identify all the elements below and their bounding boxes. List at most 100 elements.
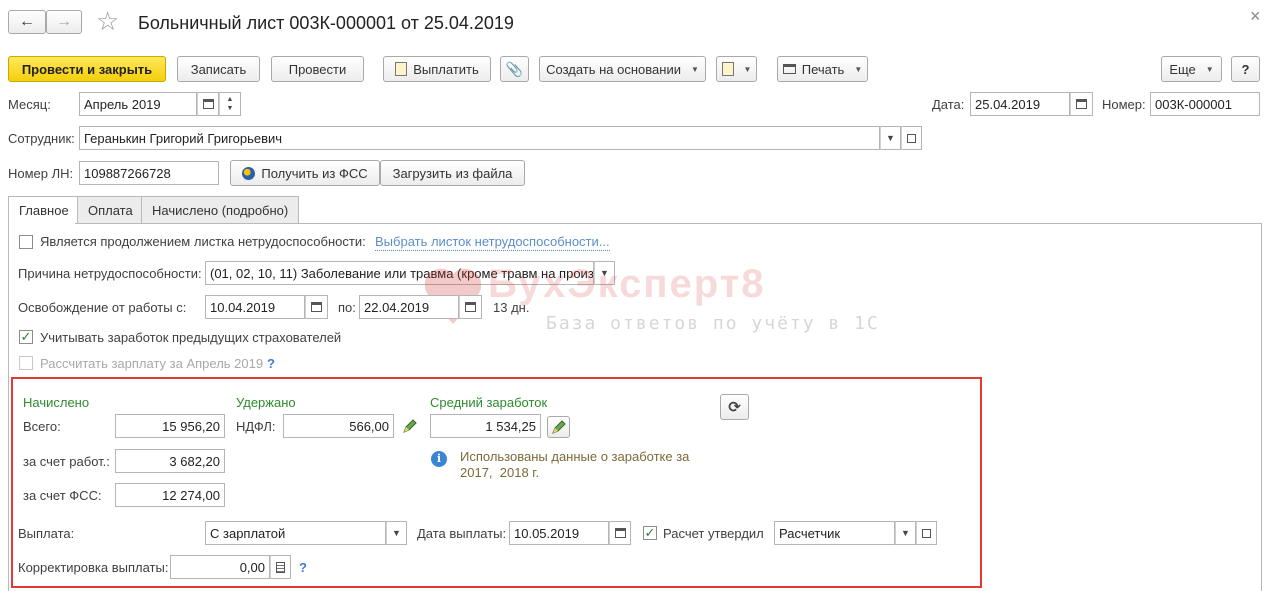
month-field[interactable]: Апрель 2019 (79, 92, 197, 116)
ndfl-field[interactable]: 566,00 (283, 414, 394, 438)
favorite-star-icon[interactable]: ☆ (96, 6, 119, 36)
month-spinner[interactable]: ▲ ▼ (219, 92, 241, 116)
get-from-fss-button[interactable]: Получить из ФСС (230, 160, 380, 186)
number-field[interactable]: 003К-000001 (1150, 92, 1260, 116)
help-label: ? (1241, 61, 1250, 77)
close-icon[interactable]: × (1250, 6, 1261, 27)
chevron-down-icon: ▼ (886, 133, 895, 143)
sick-number-field[interactable]: 109887266728 (79, 161, 219, 185)
paperclip-icon: 📎 (505, 60, 524, 77)
arrow-left-icon: ← (19, 13, 35, 30)
fss-label: за счет ФСС: (23, 488, 102, 503)
calendar-icon (311, 302, 322, 312)
spin-down-icon: ▼ (226, 105, 234, 112)
chevron-down-icon: ▼ (392, 528, 401, 538)
correction-calculator-button[interactable] (270, 555, 291, 579)
payment-dropdown-button[interactable]: ▼ (386, 521, 407, 545)
release-to-calendar-button[interactable] (459, 295, 482, 319)
get-from-fss-label: Получить из ФСС (261, 165, 368, 181)
employee-field[interactable]: Геранькин Григорий Григорьевич (79, 126, 880, 150)
prev-insurers-checkbox[interactable]: ✓ (19, 330, 33, 344)
employee-label: Сотрудник: (8, 131, 75, 146)
calc-salary-label: Рассчитать зарплату за Апрель 2019 (40, 356, 264, 371)
approver-dropdown-button[interactable]: ▼ (895, 521, 916, 545)
fss-field[interactable]: 12 274,00 (115, 483, 225, 507)
employee-open-button[interactable] (901, 126, 922, 150)
more-label: Еще (1169, 61, 1196, 77)
payment-label: Выплата: (18, 526, 75, 541)
calculator-icon (276, 561, 285, 573)
chevron-down-icon: ▼ (854, 64, 863, 74)
report-menu-button[interactable]: ▼ (716, 56, 757, 82)
post-and-close-button[interactable]: Провести и закрыть (8, 56, 166, 82)
withheld-title: Удержано (236, 395, 296, 410)
load-from-file-button[interactable]: Загрузить из файла (380, 160, 525, 186)
month-label: Месяц: (8, 97, 51, 112)
employer-field[interactable]: 3 682,20 (115, 449, 225, 473)
create-based-on-button[interactable]: Создать на основании ▼ (539, 56, 706, 82)
total-label: Всего: (23, 419, 61, 434)
pay-date-calendar-button[interactable] (609, 521, 631, 545)
date-calendar-button[interactable] (1070, 92, 1093, 116)
pay-date-field[interactable]: 10.05.2019 (509, 521, 609, 545)
window-title: Больничный лист 003К-000001 от 25.04.201… (138, 13, 514, 33)
info-text-line1: Использованы данные о заработке за (460, 449, 690, 464)
spin-up-icon: ▲ (226, 96, 234, 103)
correction-help-icon[interactable]: ? (299, 560, 307, 576)
info-icon: i (431, 451, 447, 467)
pay-document-icon (395, 62, 408, 76)
pay-button[interactable]: Выплатить (383, 56, 491, 82)
info-text-line2: 2017, 2018 г. (460, 465, 540, 480)
watermark-subtitle: База ответов по учёту в 1С (546, 313, 880, 334)
correction-field[interactable]: 0,00 (170, 555, 270, 579)
calc-salary-checkbox[interactable] (19, 356, 33, 370)
tab-accrued-detailed[interactable]: Начислено (подробно) (141, 196, 300, 223)
document-clock-icon (721, 62, 734, 76)
chevron-down-icon: ▼ (690, 64, 699, 74)
tab-payment[interactable]: Оплата (77, 196, 144, 223)
date-label: Дата: (932, 97, 965, 112)
select-sheet-link[interactable]: Выбрать листок нетрудоспособности... (375, 234, 610, 251)
arrow-right-icon: → (56, 13, 72, 30)
attach-button[interactable]: 📎 (500, 56, 529, 82)
release-from-field[interactable]: 10.04.2019 (205, 295, 305, 319)
approved-checkbox[interactable]: ✓ (643, 526, 657, 540)
ndfl-edit-pencil-icon[interactable] (402, 418, 418, 437)
ndfl-label: НДФЛ: (236, 419, 276, 434)
avg-earnings-field[interactable]: 1 534,25 (430, 414, 541, 438)
chevron-down-icon: ▼ (901, 528, 910, 538)
release-from-calendar-button[interactable] (305, 295, 328, 319)
load-from-file-label: Загрузить из файла (392, 165, 513, 181)
avg-earnings-edit-button[interactable] (547, 416, 570, 438)
print-label: Печать (801, 61, 845, 77)
forward-button[interactable]: → (46, 10, 82, 34)
tab-main[interactable]: Главное (8, 196, 80, 224)
approver-open-button[interactable] (916, 521, 937, 545)
continuation-label: Является продолжением листка нетрудоспос… (40, 234, 366, 249)
total-field[interactable]: 15 956,20 (115, 414, 225, 438)
release-label: Освобождение от работы с: (18, 300, 187, 315)
post-button[interactable]: Провести (271, 56, 364, 82)
more-button[interactable]: Еще ▼ (1161, 56, 1222, 82)
payment-field[interactable]: С зарплатой (205, 521, 386, 545)
refresh-button[interactable]: ⟳ (720, 394, 749, 420)
release-to-field[interactable]: 22.04.2019 (359, 295, 459, 319)
open-window-icon (907, 133, 916, 143)
approver-field[interactable]: Расчетчик (774, 521, 895, 545)
print-button[interactable]: Печать ▼ (777, 56, 868, 82)
watermark-title: БухЭксперт8 (488, 262, 766, 306)
save-button[interactable]: Записать (177, 56, 260, 82)
employee-dropdown-button[interactable]: ▼ (880, 126, 901, 150)
calc-salary-help-icon[interactable]: ? (267, 356, 275, 372)
month-calendar-button[interactable] (197, 92, 219, 116)
calendar-icon (614, 528, 626, 538)
edit-pencil-icon (551, 420, 566, 434)
fss-logo-icon (242, 166, 256, 180)
date-field[interactable]: 25.04.2019 (970, 92, 1070, 116)
continuation-checkbox[interactable] (19, 235, 33, 249)
correction-label: Корректировка выплаты: (18, 560, 169, 575)
back-button[interactable]: ← (8, 10, 46, 34)
prev-insurers-label: Учитывать заработок предыдущих страховат… (40, 330, 342, 345)
tab-main-label: Главное (19, 203, 69, 218)
help-button[interactable]: ? (1231, 56, 1260, 82)
